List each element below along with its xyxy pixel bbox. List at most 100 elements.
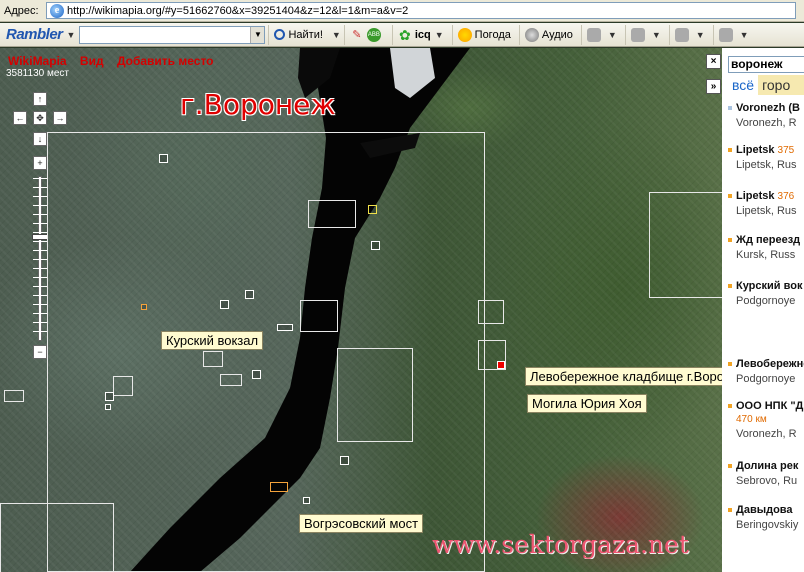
place-marker[interactable] xyxy=(141,304,147,310)
pan-center-button[interactable]: ✥ xyxy=(33,111,47,125)
result-distance: 376 xyxy=(777,191,795,202)
tab-all[interactable]: всё xyxy=(728,75,759,95)
toolbar-extra-button-2[interactable]: ▼ xyxy=(624,24,666,45)
label-kursk-station[interactable]: Курский вокзал xyxy=(161,331,264,350)
place-outline[interactable] xyxy=(113,376,133,396)
result-title-line: Левобережное47 xyxy=(736,358,804,370)
bullet-icon xyxy=(728,284,732,288)
chevron-down-icon[interactable]: ▼ xyxy=(652,30,661,40)
toolbar-extra-button-4[interactable]: ▼ xyxy=(712,24,754,45)
icq-button[interactable]: ✿ icq ▼ xyxy=(391,24,449,45)
chevron-down-icon[interactable]: ▼ xyxy=(696,30,705,40)
place-marker[interactable] xyxy=(105,404,111,410)
icq-flower-icon: ✿ xyxy=(398,26,411,43)
place-marker[interactable] xyxy=(371,241,380,250)
place-marker[interactable] xyxy=(252,370,261,379)
address-url[interactable]: http://wikimapia.org/#y=51662760&x=39251… xyxy=(67,5,408,17)
place-outline[interactable] xyxy=(649,192,722,298)
wikimapia-link[interactable]: WikiMapia xyxy=(8,54,67,68)
place-outline[interactable] xyxy=(220,374,242,386)
pan-up-button[interactable]: ↑ xyxy=(33,92,47,106)
audio-button[interactable]: Аудио xyxy=(518,24,578,45)
search-icon xyxy=(274,29,286,40)
label-grave[interactable]: Могила Юрия Хоя xyxy=(527,394,647,413)
audio-label: Аудио xyxy=(541,28,573,41)
highlight-button[interactable]: ✎ ABB xyxy=(343,24,389,45)
place-marker[interactable] xyxy=(159,154,168,163)
result-item[interactable]: Левобережное47 Podgornoye xyxy=(726,358,804,385)
result-name[interactable]: ООО НПК "Д xyxy=(736,400,803,412)
bullet-icon xyxy=(728,148,732,152)
icq-label: icq xyxy=(414,28,431,41)
place-marker[interactable] xyxy=(303,497,310,504)
result-distance: 375 xyxy=(777,145,795,156)
result-place: Lipetsk, Rus xyxy=(736,205,797,217)
place-outline[interactable] xyxy=(300,300,338,332)
result-item[interactable]: Lipetsk 375 Lipetsk, Rus xyxy=(726,144,797,171)
place-outline[interactable] xyxy=(308,200,356,228)
search-results-panel: воронеж всё горо Voronezh (B Voronezh, R L… xyxy=(722,48,804,572)
grave-marker[interactable] xyxy=(497,361,505,369)
chevron-down-icon[interactable]: ▼ xyxy=(435,30,444,40)
panel-search-input[interactable]: воронеж xyxy=(728,56,804,73)
place-outline[interactable] xyxy=(478,300,504,324)
chevron-down-icon[interactable]: ▼ xyxy=(67,30,76,40)
place-marker[interactable] xyxy=(220,300,229,309)
result-name[interactable]: Voronezh (B xyxy=(736,102,800,114)
result-item[interactable]: Voronezh (B Voronezh, R xyxy=(726,102,800,129)
chevron-down-icon[interactable]: ▼ xyxy=(332,30,341,40)
add-place-link[interactable]: Добавить место xyxy=(117,54,214,68)
place-outline[interactable] xyxy=(4,390,24,402)
result-name[interactable]: Долина рек xyxy=(736,460,798,472)
chevron-down-icon[interactable]: ▼ xyxy=(608,30,617,40)
pan-left-button[interactable]: ← xyxy=(13,111,27,125)
toolbar-search-input[interactable]: ▼ xyxy=(79,25,266,44)
result-name[interactable]: Курский вок xyxy=(736,280,802,292)
result-item[interactable]: Курский вок Podgornoye xyxy=(726,280,802,307)
place-outline[interactable] xyxy=(0,503,114,572)
zoom-slider-ticks xyxy=(33,178,47,338)
place-marker[interactable] xyxy=(368,205,377,214)
weather-button[interactable]: Погода xyxy=(451,24,516,45)
result-item[interactable]: Жд переезд Kursk, Russ xyxy=(726,234,800,261)
place-marker[interactable] xyxy=(340,456,349,465)
sun-icon xyxy=(457,27,472,42)
place-marker[interactable] xyxy=(245,290,254,299)
satellite-map[interactable]: WikiMapia Вид Добавить место 3581130 мес… xyxy=(0,48,722,572)
zoom-in-button[interactable]: + xyxy=(33,156,47,170)
bullet-icon xyxy=(728,404,732,408)
result-name[interactable]: Жд переезд xyxy=(736,234,800,246)
result-item[interactable]: Долина рек Sebrovo, Ru xyxy=(726,460,798,487)
result-item[interactable]: ООО НПК "Д 470 км Voronezh, R xyxy=(726,400,803,440)
address-input[interactable]: e http://wikimapia.org/#y=51662760&x=392… xyxy=(46,2,796,19)
pan-down-button[interactable]: ↓ xyxy=(33,132,47,146)
result-place: Podgornoye xyxy=(736,373,796,385)
airfield-outline[interactable] xyxy=(337,348,413,442)
place-marker[interactable] xyxy=(277,324,293,331)
toolbar-extra-button-1[interactable]: ▼ xyxy=(580,24,622,45)
result-name[interactable]: Левобережное xyxy=(736,358,804,370)
chevron-down-icon[interactable]: ▼ xyxy=(740,30,749,40)
collapse-panel-icon[interactable]: » xyxy=(706,79,721,94)
label-vogres-bridge[interactable]: Вогрэсовский мост xyxy=(299,514,424,533)
bridge-marker[interactable] xyxy=(270,482,288,492)
result-place: Beringovskiy xyxy=(736,519,799,531)
zoom-slider-thumb[interactable] xyxy=(32,234,48,240)
place-outline[interactable] xyxy=(203,351,223,367)
view-link[interactable]: Вид xyxy=(80,54,104,68)
result-name[interactable]: Давыдова xyxy=(736,504,798,516)
rambler-logo[interactable]: Rambler xyxy=(6,26,63,43)
find-button[interactable]: Найти! xyxy=(268,24,327,45)
result-name[interactable]: Lipetsk xyxy=(736,190,775,202)
zoom-out-button[interactable]: − xyxy=(33,345,47,359)
result-item[interactable]: Lipetsk 376 Lipetsk, Rus xyxy=(726,190,797,217)
close-icon[interactable]: × xyxy=(706,54,721,69)
tab-cities[interactable]: горо xyxy=(758,75,794,95)
pan-right-button[interactable]: → xyxy=(53,111,67,125)
place-marker[interactable] xyxy=(105,392,114,401)
search-dropdown-icon[interactable]: ▼ xyxy=(250,26,265,43)
result-item[interactable]: Давыдова Beringovskiy xyxy=(726,504,798,531)
result-name[interactable]: Lipetsk xyxy=(736,144,775,156)
toolbar-extra-button-3[interactable]: ▼ xyxy=(668,24,710,45)
label-left-cemetery[interactable]: Левобережное кладбище г.Воронежа xyxy=(525,367,722,386)
